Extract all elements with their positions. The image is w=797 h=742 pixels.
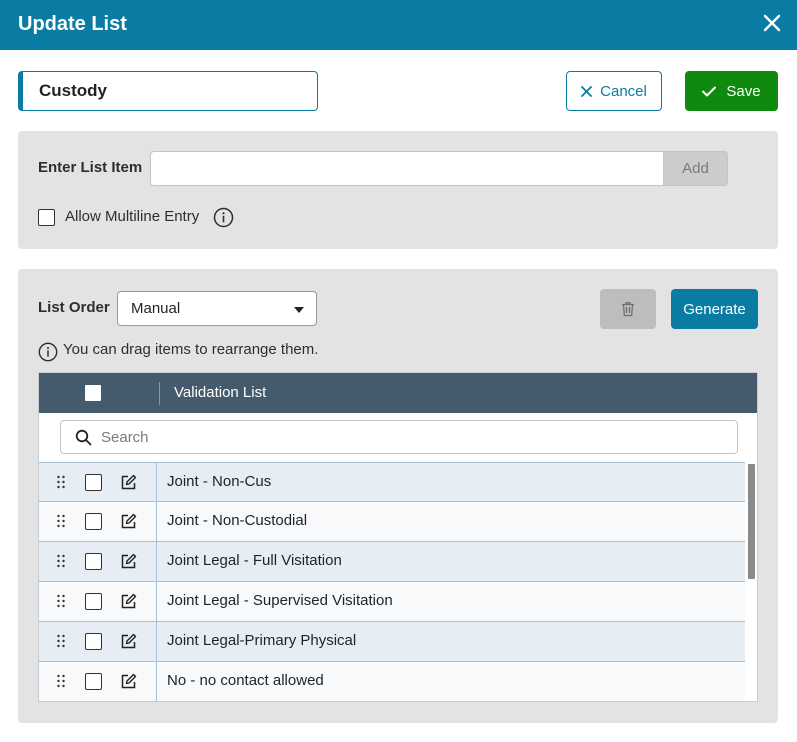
allow-multiline-checkbox[interactable]	[38, 209, 55, 226]
list-item[interactable]: Joint Legal - Supervised Visitation	[39, 582, 745, 622]
list-order-panel: List Order Manual Generate You can drag …	[18, 269, 778, 723]
list-item-input[interactable]	[150, 151, 664, 186]
row-divider	[156, 463, 157, 501]
row-divider	[156, 542, 157, 581]
row-checkbox[interactable]	[85, 673, 102, 690]
close-icon	[763, 14, 781, 32]
info-icon	[38, 342, 58, 362]
search-input[interactable]	[101, 427, 721, 447]
grid-header: Validation List	[39, 373, 757, 413]
cancel-button[interactable]: Cancel	[566, 71, 662, 111]
drag-handle-icon[interactable]	[56, 634, 66, 648]
list-item[interactable]: No - no contact allowed	[39, 662, 745, 701]
row-checkbox[interactable]	[85, 474, 102, 491]
header-divider	[159, 382, 160, 405]
drag-handle-icon[interactable]	[56, 554, 66, 568]
row-checkbox[interactable]	[85, 633, 102, 650]
row-divider	[156, 662, 157, 701]
list-order-value: Manual	[131, 300, 181, 317]
select-all-checkbox[interactable]	[85, 385, 101, 401]
drag-handle-icon[interactable]	[56, 674, 66, 688]
edit-icon[interactable]	[120, 633, 137, 650]
row-divider	[156, 582, 157, 621]
drag-handle-icon[interactable]	[56, 594, 66, 608]
save-label: Save	[726, 82, 761, 100]
list-order-select[interactable]: Manual	[117, 291, 317, 326]
list-rows: Joint - Non-Cus Joint - Non-Custodial Jo…	[39, 462, 745, 701]
chevron-down-icon	[294, 307, 304, 313]
edit-icon[interactable]	[120, 474, 137, 491]
enter-list-item-label: Enter List Item	[38, 159, 143, 176]
search-icon	[75, 429, 92, 446]
list-item-entry-panel: Enter List Item Add Allow Multiline Entr…	[18, 131, 778, 249]
check-icon	[702, 86, 717, 96]
search-box	[60, 420, 738, 454]
edit-icon[interactable]	[120, 513, 137, 530]
add-button[interactable]: Add	[663, 151, 728, 186]
list-item[interactable]: Joint Legal - Full Visitation	[39, 542, 745, 582]
list-item-text: Joint - Non-Cus	[167, 473, 272, 490]
trash-icon	[622, 302, 634, 317]
row-checkbox[interactable]	[85, 513, 102, 530]
list-item-text: Joint Legal - Supervised Visitation	[167, 592, 393, 609]
save-button[interactable]: Save	[685, 71, 778, 111]
list-scrollbar[interactable]	[745, 462, 757, 701]
cancel-label: Cancel	[600, 82, 647, 100]
list-order-label: List Order	[38, 299, 110, 316]
list-item-text: Joint - Non-Custodial	[167, 512, 308, 529]
validation-list-grid: Validation List Joint - Non-Cus	[38, 372, 758, 702]
list-item[interactable]: Joint - Non-Cus	[39, 462, 745, 502]
scrollbar-thumb[interactable]	[748, 464, 755, 579]
row-checkbox[interactable]	[85, 553, 102, 570]
row-checkbox[interactable]	[85, 593, 102, 610]
edit-icon[interactable]	[120, 673, 137, 690]
delete-button[interactable]	[600, 289, 656, 329]
dialog-title: Update List	[18, 13, 127, 35]
generate-button[interactable]: Generate	[671, 289, 758, 329]
list-item-text: Joint Legal-Primary Physical	[167, 632, 357, 649]
row-divider	[156, 502, 157, 541]
list-item-text: No - no contact allowed	[167, 672, 324, 689]
drag-handle-icon[interactable]	[56, 514, 66, 528]
list-name-input[interactable]	[18, 71, 318, 111]
edit-icon[interactable]	[120, 553, 137, 570]
list-item-text: Joint Legal - Full Visitation	[167, 552, 342, 569]
info-icon[interactable]	[213, 207, 234, 228]
dialog-header: Update List	[0, 0, 797, 50]
drag-handle-icon[interactable]	[56, 475, 66, 489]
close-button[interactable]	[761, 12, 783, 34]
list-item[interactable]: Joint Legal-Primary Physical	[39, 622, 745, 662]
column-header-validation-list: Validation List	[174, 384, 267, 401]
row-divider	[156, 622, 157, 661]
list-item[interactable]: Joint - Non-Custodial	[39, 502, 745, 542]
allow-multiline-label: Allow Multiline Entry	[65, 208, 200, 225]
edit-icon[interactable]	[120, 593, 137, 610]
close-icon	[581, 85, 593, 97]
drag-hint-text: You can drag items to rearrange them.	[63, 341, 319, 358]
